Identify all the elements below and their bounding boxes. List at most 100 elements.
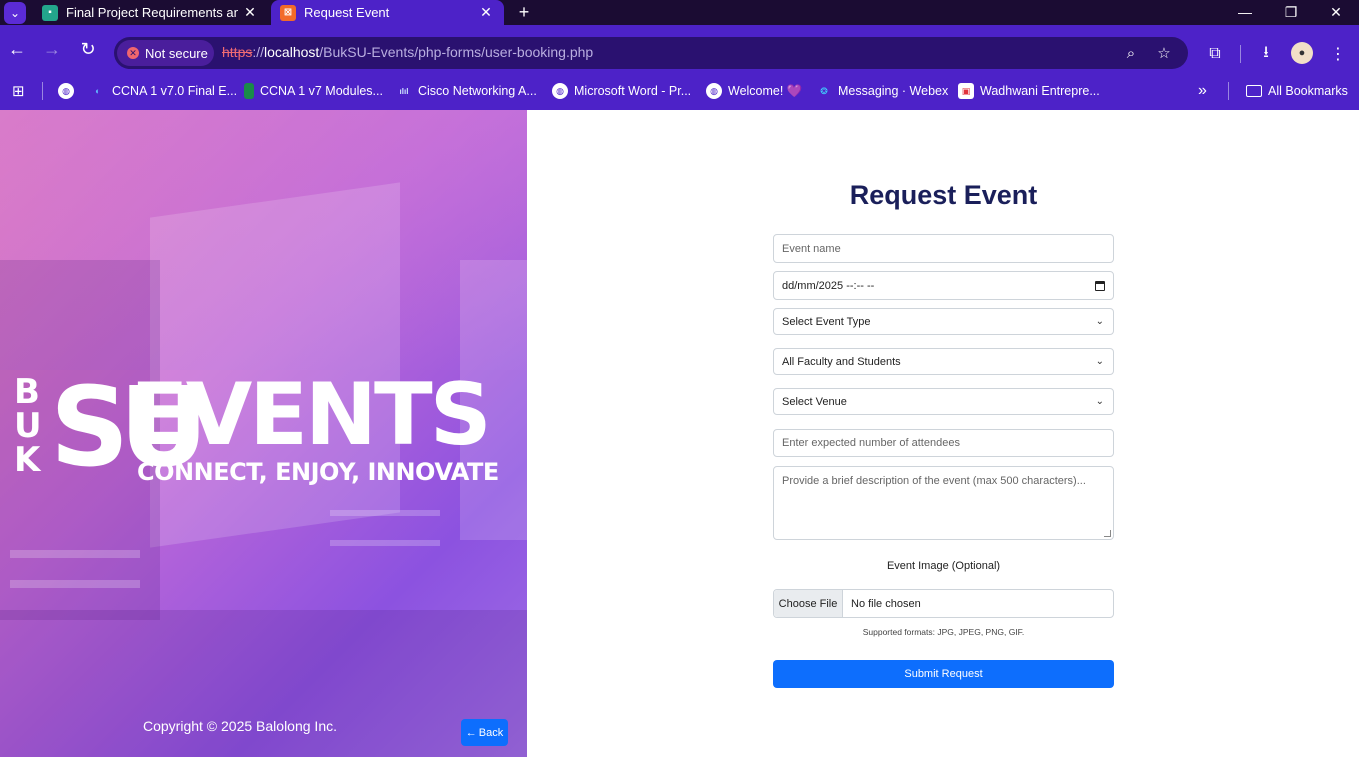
building-window — [10, 580, 140, 588]
page-content: B U K SU EVENTS CONNECT, ENJOY, INNOVATE… — [0, 110, 1359, 757]
back-nav-button[interactable]: ← — [2, 34, 32, 64]
description-textarea[interactable]: Provide a brief description of the event… — [773, 466, 1114, 540]
tab-request-event[interactable]: ⊠ Request Event ✕ — [271, 0, 504, 25]
building-window — [10, 550, 140, 558]
reload-icon: ↻ — [80, 38, 96, 59]
page-title: Request Event — [849, 180, 1038, 210]
audience-value: All Faculty and Students — [782, 355, 901, 368]
event-type-value: Select Event Type — [782, 315, 871, 328]
url-text[interactable]: https://localhost/BukSU-Events/php-forms… — [222, 44, 593, 60]
bookmarks-divider — [1228, 82, 1229, 100]
tab-final-project[interactable]: ▪ Final Project Requirements and ✕ — [30, 0, 268, 25]
classroom-icon: ▪ — [42, 4, 58, 21]
attendees-placeholder: Enter expected number of attendees — [782, 437, 960, 449]
wadhwani-icon: ▣ — [958, 83, 974, 99]
globe-icon: ◍ — [552, 83, 568, 99]
calendar-icon[interactable] — [1095, 280, 1105, 291]
tab-title: Request Event — [304, 5, 390, 20]
chevron-down-icon: ⌄ — [1095, 315, 1104, 327]
bookmark-globe[interactable]: ◍ — [58, 81, 80, 101]
event-image-label: Event Image (Optional) — [886, 560, 1001, 572]
bookmarks-overflow-button[interactable]: » — [1198, 81, 1207, 101]
ground-shape — [0, 610, 527, 757]
bookmark-label: Welcome! 💜 — [728, 83, 803, 98]
supported-formats-note: Supported formats: JPG, JPEG, PNG, GIF. — [862, 627, 1025, 637]
bookmark-item[interactable]: ◍ Microsoft Word - Pr... — [552, 81, 691, 101]
back-button[interactable]: ← Back — [461, 719, 508, 746]
venue-value: Select Venue — [782, 395, 847, 408]
bookmark-flag-icon — [244, 83, 254, 99]
arrow-right-icon: → — [43, 38, 61, 59]
forward-nav-button[interactable]: → — [37, 34, 67, 64]
url-separator: :// — [252, 44, 265, 60]
cisco-icon: ılıl — [399, 86, 409, 96]
logo-letter: U — [14, 406, 42, 446]
building-window — [330, 510, 440, 516]
close-window-button[interactable]: ✕ — [1313, 0, 1359, 24]
choose-file-button[interactable]: Choose File — [774, 590, 843, 617]
attendees-input[interactable]: Enter expected number of attendees — [773, 429, 1114, 457]
close-icon[interactable]: ✕ — [238, 4, 262, 21]
download-icon[interactable]: ⭳ — [1252, 40, 1280, 68]
event-datetime-input[interactable]: dd/mm/2025 --:-- -- — [773, 271, 1114, 300]
close-icon[interactable]: ✕ — [474, 4, 498, 21]
back-label: Back — [478, 726, 504, 739]
xampp-icon: ⊠ — [280, 4, 296, 21]
bookmark-item[interactable]: ◍ Welcome! 💜 — [706, 81, 802, 101]
venue-select[interactable]: Select Venue ⌄ — [773, 388, 1114, 415]
bookmark-label: CCNA 1 v7 Modules... — [260, 84, 383, 98]
logo-letter: K — [14, 440, 41, 480]
arrow-left-icon: ← — [8, 38, 26, 59]
minimize-button[interactable]: — — [1222, 0, 1268, 24]
close-icon: ✕ — [1330, 3, 1342, 20]
security-chip[interactable]: ✕ Not secure — [117, 40, 214, 66]
submit-request-button[interactable]: Submit Request — [773, 660, 1114, 688]
logo-events-word: EVENTS — [130, 365, 492, 465]
bookmark-label: CCNA 1 v7.0 Final E... — [112, 84, 238, 98]
apps-icon[interactable]: ⊞ — [12, 81, 25, 101]
zoom-icon[interactable]: ⌕ — [1120, 42, 1142, 64]
bookmarks-divider — [42, 82, 43, 100]
new-tab-button[interactable]: + — [512, 1, 536, 23]
event-type-select[interactable]: Select Event Type ⌄ — [773, 308, 1114, 335]
chevron-down-icon: ⌄ — [1095, 355, 1104, 367]
reload-button[interactable]: ↻ — [73, 34, 103, 64]
chevron-down-icon: ⌄ — [9, 6, 21, 20]
bookmark-item[interactable]: ılıl Cisco Networking A... — [396, 81, 537, 101]
minimize-icon: — — [1238, 4, 1252, 20]
webex-icon: ❂ — [820, 85, 828, 96]
url-path: /BukSU-Events/php-forms/user-booking.php — [319, 44, 594, 60]
description-placeholder: Provide a brief description of the event… — [782, 475, 1086, 487]
url-scheme: https — [222, 44, 253, 60]
bookmark-label: Microsoft Word - Pr... — [574, 84, 692, 98]
bookmark-label: Messaging · Webex — [838, 84, 949, 98]
bookmark-label: Wadhwani Entrepre... — [980, 84, 1100, 98]
logo-letter: B — [14, 372, 40, 412]
folder-icon — [1246, 85, 1262, 97]
extensions-icon[interactable]: ⧉ — [1201, 40, 1229, 68]
tab-search-button[interactable]: ⌄ — [4, 2, 26, 24]
event-name-input[interactable]: Event name — [773, 234, 1114, 263]
globe-icon: ◍ — [706, 83, 722, 99]
menu-icon[interactable]: ⋮ — [1324, 40, 1352, 68]
star-icon[interactable]: ☆ — [1153, 42, 1175, 64]
security-label: Not secure — [145, 45, 208, 61]
address-bar-content: ✕ Not secure https://localhost/BukSU-Eve… — [114, 37, 1188, 69]
event-name-placeholder: Event name — [782, 242, 841, 255]
restore-button[interactable]: ❐ — [1268, 0, 1314, 24]
ccna-icon: ◐ — [95, 86, 101, 96]
datetime-value: dd/mm/2025 --:-- -- — [782, 279, 875, 292]
toolbar-divider — [1240, 45, 1241, 63]
all-bookmarks-button[interactable]: All Bookmarks — [1246, 81, 1348, 101]
chevron-down-icon: ⌄ — [1095, 395, 1104, 407]
audience-select[interactable]: All Faculty and Students ⌄ — [773, 348, 1114, 375]
event-image-file-input[interactable]: Choose File No file chosen — [773, 589, 1114, 618]
bookmark-item[interactable]: ▣ Wadhwani Entrepre... — [958, 81, 1100, 101]
profile-avatar[interactable]: ● — [1291, 42, 1313, 64]
resize-handle[interactable] — [1104, 530, 1111, 537]
copyright-text: Copyright © 2025 Balolong Inc. — [143, 718, 337, 734]
bookmark-item[interactable]: ❂ Messaging · Webex — [816, 81, 948, 101]
globe-icon: ◍ — [58, 83, 74, 99]
bookmark-item[interactable]: CCNA 1 v7 Modules... — [244, 81, 383, 101]
bookmark-item[interactable]: ◐ CCNA 1 v7.0 Final E... — [90, 81, 237, 101]
